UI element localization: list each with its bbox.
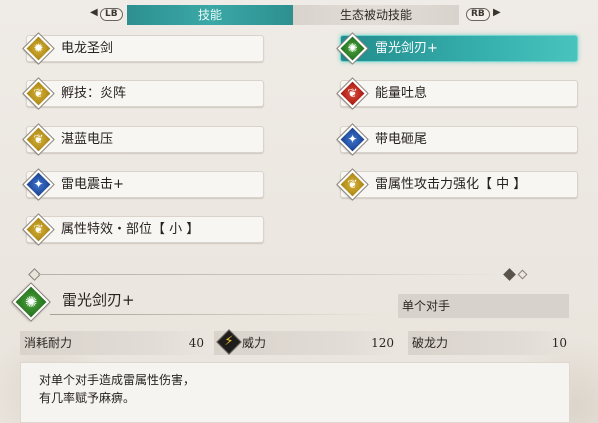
- skill-item[interactable]: ✹ 电龙圣剑: [23, 33, 264, 64]
- ally-icon: ✦: [23, 169, 54, 200]
- burst-icon: ✺: [337, 33, 368, 64]
- skill-label: 孵技：炎阵: [61, 86, 127, 101]
- kinship-icon: ❦: [23, 214, 54, 245]
- kinship-icon: ❦: [23, 78, 54, 109]
- skill-item-selected[interactable]: ✺ 雷光剑刃+: [337, 33, 578, 64]
- rb-button[interactable]: RB: [466, 8, 490, 21]
- right-arrow-icon: ▶: [493, 7, 501, 18]
- skill-label: 湛蓝电压: [61, 132, 114, 147]
- lightning-icon: ⚡: [216, 329, 242, 355]
- stat-endurance: 消耗耐力 40: [20, 331, 208, 355]
- stat-label: 消耗耐力: [24, 336, 73, 350]
- tab-bar: ◀ LB 技能 生态被动技能 RB ▶: [0, 2, 598, 25]
- left-arrow-icon: ◀: [90, 7, 98, 18]
- sun-crest-icon: ✹: [23, 33, 54, 64]
- skill-item[interactable]: ✦ 雷电震击+: [23, 169, 264, 200]
- ally-icon: ✦: [337, 124, 368, 155]
- background: [0, 0, 598, 423]
- skill-label: 带电砸尾: [375, 132, 428, 147]
- skill-label: 雷光剑刃+: [375, 41, 438, 56]
- lb-button[interactable]: LB: [100, 8, 123, 21]
- stat-label: 威力: [242, 336, 267, 350]
- skill-label: 属性特效・部位【 小 】: [61, 222, 200, 237]
- target-label: 单个对手: [398, 294, 569, 318]
- description-line: 有几率赋予麻痹。: [39, 391, 136, 405]
- description-line: 对单个对手造成雷属性伤害，: [39, 373, 196, 387]
- kinship-icon: ❦: [23, 124, 54, 155]
- detail-underline: [50, 314, 380, 315]
- skill-item[interactable]: ❦ 能量吐息: [337, 78, 578, 109]
- skill-item[interactable]: ❦ 属性特效・部位【 小 】: [23, 214, 264, 245]
- tab-eco-passive-skills[interactable]: 生态被动技能: [293, 5, 459, 25]
- stat-value: 120: [371, 336, 394, 350]
- skill-label: 雷属性攻击力强化【 中 】: [375, 177, 527, 192]
- skill-description: 对单个对手造成雷属性伤害， 有几率赋予麻痹。: [20, 362, 570, 423]
- stat-value: 10: [551, 336, 567, 350]
- skill-item[interactable]: ❦ 孵技：炎阵: [23, 78, 264, 109]
- tab-skills[interactable]: 技能: [127, 5, 293, 25]
- stat-value: 40: [188, 336, 204, 350]
- skill-label: 能量吐息: [375, 86, 428, 101]
- skill-item[interactable]: ❦ 雷属性攻击力强化【 中 】: [337, 169, 578, 200]
- stat-dragon-breaker: 破龙力 10: [408, 331, 571, 355]
- burst-icon: ✺: [12, 283, 50, 321]
- skill-label: 雷电震击+: [61, 177, 124, 192]
- divider: [38, 274, 508, 275]
- kinship-icon: ❦: [337, 169, 368, 200]
- skill-label: 电龙圣剑: [61, 41, 114, 56]
- skill-item[interactable]: ✦ 带电砸尾: [337, 124, 578, 155]
- stat-label: 破龙力: [412, 336, 449, 350]
- skill-item[interactable]: ❦ 湛蓝电压: [23, 124, 264, 155]
- detail-skill-name: 雷光剑刃+: [62, 291, 135, 309]
- kinship-icon: ❦: [337, 78, 368, 109]
